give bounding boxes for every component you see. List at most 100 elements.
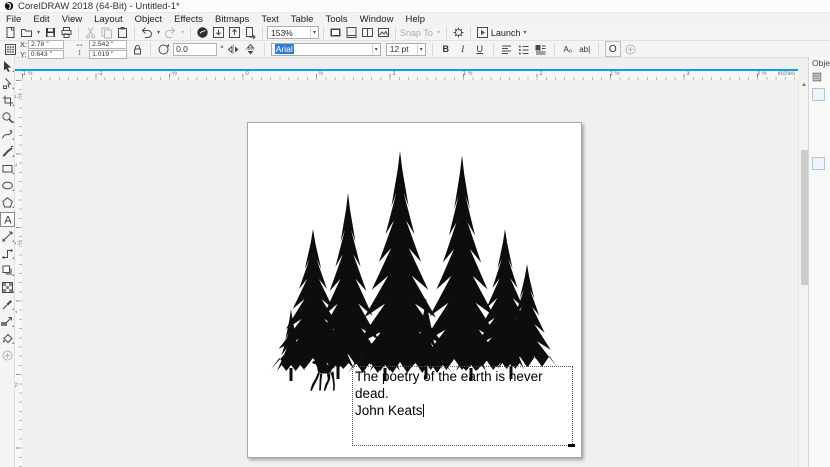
- crop-tool-icon[interactable]: [1, 94, 14, 107]
- objects-docker[interactable]: Objects: [808, 57, 830, 467]
- rectangle-tool-icon[interactable]: [1, 162, 14, 175]
- save-icon[interactable]: [44, 26, 57, 39]
- property-bar: X: 2.78 " Y: 0.643 " 2.542 " 1.019 " 0.0…: [0, 41, 830, 58]
- quote-text: The poetry of the earth is never dead.: [355, 369, 543, 401]
- toolbox: A: [0, 57, 15, 467]
- menu-table[interactable]: Table: [285, 14, 320, 25]
- artistic-media-tool-icon[interactable]: [1, 145, 14, 158]
- publish-pdf-icon[interactable]: [244, 26, 257, 39]
- print-icon[interactable]: [60, 26, 73, 39]
- author-text: John Keats: [355, 403, 423, 418]
- menu-window[interactable]: Window: [354, 14, 400, 25]
- drop-cap-icon[interactable]: [534, 43, 547, 56]
- cut-icon: [84, 26, 97, 39]
- text-tool-icon[interactable]: A: [1, 213, 14, 226]
- font-size-combo[interactable]: 12 pt ▾: [386, 43, 426, 56]
- rotation-angle-icon: [157, 43, 170, 56]
- transparency-tool-icon[interactable]: [1, 281, 14, 294]
- show-page-border-icon[interactable]: [345, 26, 358, 39]
- smart-fill-tool-icon[interactable]: [1, 332, 14, 345]
- launch-label[interactable]: Launch: [491, 28, 521, 38]
- document-page[interactable]: The poetry of the earth is never dead. J…: [247, 122, 582, 458]
- hruler-label: 1: [392, 71, 395, 77]
- zoom-level-combo[interactable]: 153% ▾: [267, 26, 319, 39]
- text-frame-resize-handle[interactable]: [568, 444, 575, 447]
- add-tools-icon[interactable]: [1, 349, 14, 362]
- menu-object[interactable]: Object: [129, 14, 168, 25]
- dimension-tool-icon[interactable]: [1, 230, 14, 243]
- options-gear-icon[interactable]: [452, 26, 465, 39]
- docker-options-icon[interactable]: [812, 72, 822, 82]
- window-title: CorelDRAW 2018 (64-Bit) - Untitled-1*: [18, 1, 180, 12]
- mirror-vertical-icon[interactable]: [244, 43, 257, 56]
- degree-symbol: °: [220, 44, 224, 54]
- object-position-icon: [4, 43, 17, 56]
- polygon-tool-icon[interactable]: [1, 196, 14, 209]
- menu-text[interactable]: Text: [255, 14, 284, 25]
- page-layout-icon[interactable]: [361, 26, 374, 39]
- docker-item[interactable]: [812, 88, 825, 101]
- y-position-field[interactable]: 0.643 ": [28, 50, 64, 59]
- underline-button[interactable]: U: [473, 42, 487, 56]
- search-content-icon[interactable]: [196, 26, 209, 39]
- x-position-field[interactable]: 2.78 ": [28, 40, 64, 49]
- customize-plus-icon: [624, 43, 637, 56]
- hruler-label: -1: [97, 71, 102, 77]
- menu-view[interactable]: View: [56, 14, 88, 25]
- font-size-value: 12 pt: [390, 44, 409, 54]
- edit-text-button[interactable]: ab|: [578, 42, 592, 56]
- object-height-icon: [73, 50, 86, 56]
- shape-tool-icon[interactable]: [1, 77, 14, 90]
- text-alignment-icon[interactable]: [500, 43, 513, 56]
- docker-item[interactable]: [812, 157, 825, 170]
- italic-button[interactable]: I: [456, 42, 470, 56]
- eyedropper-tool-icon[interactable]: [1, 298, 14, 311]
- image-adjust-icon[interactable]: [377, 26, 390, 39]
- character-formatting-button[interactable]: Aₒ: [561, 42, 575, 56]
- pick-tool-icon[interactable]: [1, 60, 14, 73]
- connector-tool-icon[interactable]: [1, 247, 14, 260]
- drop-shadow-tool-icon[interactable]: [1, 264, 14, 277]
- menu-tools[interactable]: Tools: [319, 14, 353, 25]
- new-document-icon[interactable]: [4, 26, 17, 39]
- launch-caret-icon[interactable]: ▾: [521, 29, 528, 36]
- launch-app-icon[interactable]: [476, 26, 489, 39]
- font-family-caret-icon[interactable]: ▾: [372, 44, 380, 55]
- bold-button[interactable]: B: [439, 42, 453, 56]
- open-icon[interactable]: [20, 26, 33, 39]
- undo-dropdown-caret[interactable]: ▾: [155, 29, 162, 36]
- zoom-caret-icon[interactable]: ▾: [310, 27, 318, 38]
- menu-bitmaps[interactable]: Bitmaps: [209, 14, 255, 25]
- font-family-combo[interactable]: Arial ▾: [271, 43, 381, 56]
- hruler-label: 2 ½: [609, 71, 619, 77]
- width-field[interactable]: 2.542 ": [89, 40, 127, 49]
- height-field[interactable]: 1.019 ": [89, 50, 127, 59]
- ellipse-tool-icon[interactable]: [1, 179, 14, 192]
- ruler-units-label: inches: [777, 71, 796, 77]
- bulleted-list-icon[interactable]: [517, 43, 530, 56]
- zoom-tool-icon[interactable]: [1, 111, 14, 124]
- scrollbar-thumb[interactable]: [801, 150, 808, 285]
- outline-button[interactable]: O: [605, 41, 621, 57]
- snap-to-dropdown: Snap To ▾: [400, 28, 442, 38]
- menu-layout[interactable]: Layout: [88, 14, 129, 25]
- menu-help[interactable]: Help: [399, 14, 431, 25]
- fullscreen-preview-icon[interactable]: [329, 26, 342, 39]
- paste-icon[interactable]: [116, 26, 129, 39]
- coreldraw-logo-icon: [4, 1, 14, 11]
- freehand-tool-icon[interactable]: [1, 128, 14, 141]
- font-size-caret-icon[interactable]: ▾: [417, 44, 425, 55]
- undo-icon[interactable]: [140, 26, 153, 39]
- menu-file[interactable]: File: [0, 14, 27, 25]
- import-icon[interactable]: [212, 26, 225, 39]
- open-dropdown-caret[interactable]: ▾: [35, 29, 42, 36]
- paragraph-text-frame[interactable]: The poetry of the earth is never dead. J…: [352, 366, 573, 446]
- export-icon[interactable]: [228, 26, 241, 39]
- mirror-horizontal-icon[interactable]: [227, 43, 240, 56]
- lock-ratio-icon[interactable]: [131, 43, 144, 56]
- menu-effects[interactable]: Effects: [168, 14, 209, 25]
- drawing-canvas[interactable]: The poetry of the earth is never dead. J…: [22, 80, 798, 467]
- rotation-field[interactable]: 0.0: [173, 43, 217, 56]
- menu-edit[interactable]: Edit: [27, 14, 55, 25]
- interactive-fill-tool-icon[interactable]: [1, 315, 14, 328]
